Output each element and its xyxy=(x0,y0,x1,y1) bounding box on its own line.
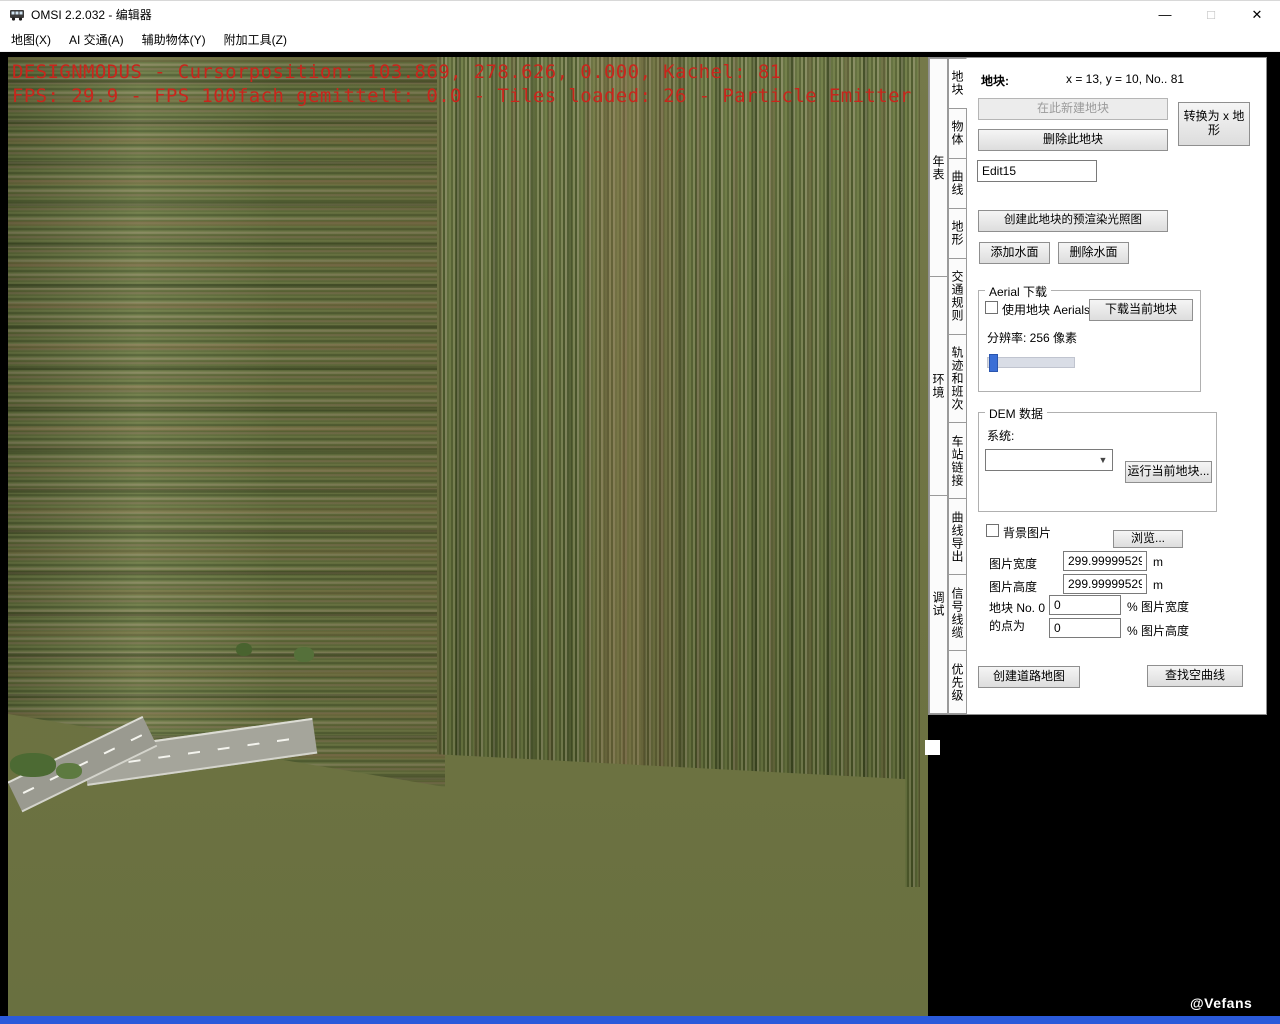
window-title: OMSI 2.2.032 - 编辑器 xyxy=(31,6,152,23)
use-tile-aerials-label: 使用地块 Aerials xyxy=(1002,301,1090,318)
run-current-tile-button[interactable]: 运行当前地块... xyxy=(1125,461,1212,483)
aerial-download-group: Aerial 下载 使用地块 Aerials 下载当前地块 分辨率: 256 像… xyxy=(978,290,1201,392)
percent-height-label: % 图片高度 xyxy=(1127,622,1189,639)
resolution-slider[interactable] xyxy=(987,357,1075,368)
tile-edit-field[interactable] xyxy=(977,160,1097,182)
browse-button[interactable]: 浏览... xyxy=(1113,530,1183,548)
tab-traffic-rules[interactable]: 交通规则 xyxy=(948,258,967,335)
image-height-input[interactable] xyxy=(1063,574,1147,594)
system-label: 系统: xyxy=(987,427,1014,444)
menu-ai-traffic[interactable]: AI 交通(A) xyxy=(60,28,133,52)
image-width-input[interactable] xyxy=(1063,551,1147,571)
chevron-down-icon: ▼ xyxy=(1094,450,1112,470)
editor-3d-viewport[interactable]: DESIGNMODUS - Cursorposition: 103.869, 2… xyxy=(8,57,928,1016)
tile-no-label: 地块 No. 0 xyxy=(989,599,1045,616)
delete-tile-button[interactable]: 删除此地块 xyxy=(978,129,1168,151)
background-image-checkbox[interactable] xyxy=(986,524,999,537)
menu-bar: 地图(X) AI 交通(A) 辅助物体(Y) 附加工具(Z) xyxy=(0,28,1280,52)
tab-tracks-trips[interactable]: 轨迹和班次 xyxy=(948,334,967,424)
taskbar-strip xyxy=(0,1016,1280,1024)
tree xyxy=(294,647,314,662)
debug-line-fps: FPS: 29.9 - FPS 100fach gemittelt: 0.0 -… xyxy=(12,84,912,108)
menu-addon-tools[interactable]: 附加工具(Z) xyxy=(215,28,296,52)
minimize-button[interactable]: — xyxy=(1142,1,1188,29)
tab-debug[interactable]: 调试 xyxy=(929,495,948,714)
title-bar[interactable]: OMSI 2.2.032 - 编辑器 — □ ✕ xyxy=(0,0,1280,28)
inner-tab-strip: 地块 物体 曲线 地形 交通规则 轨迹和班次 车站链接 曲线导出 信号线缆 优先… xyxy=(948,58,967,714)
add-water-button[interactable]: 添加水面 xyxy=(979,242,1050,264)
find-empty-spline-button[interactable]: 查找空曲线 xyxy=(1147,665,1243,687)
image-width-label: 图片宽度 xyxy=(989,555,1037,572)
tab-station-links[interactable]: 车站链接 xyxy=(948,422,967,499)
create-roadmap-button[interactable]: 创建道路地图 xyxy=(978,666,1080,688)
dem-data-group: DEM 数据 系统: ▼ 运行当前地块... xyxy=(978,412,1217,512)
origin-y-input[interactable] xyxy=(1049,618,1121,638)
use-tile-aerials-checkbox[interactable] xyxy=(985,301,998,314)
remove-water-button[interactable]: 删除水面 xyxy=(1058,242,1129,264)
background-image-label: 背景图片 xyxy=(1003,524,1051,541)
create-tile-here-button[interactable]: 在此新建地块 xyxy=(978,98,1168,120)
menu-helper-objects[interactable]: 辅助物体(Y) xyxy=(133,28,215,52)
download-current-tile-button[interactable]: 下载当前地块 xyxy=(1089,299,1193,321)
convert-terrain-button[interactable]: 转换为 x 地形 xyxy=(1178,102,1250,146)
tree xyxy=(236,643,252,656)
dem-system-value xyxy=(986,450,1094,470)
close-button[interactable]: ✕ xyxy=(1234,1,1280,29)
tile-coordinates: x = 13, y = 10, No.. 81 xyxy=(1066,72,1184,86)
debug-overlay: DESIGNMODUS - Cursorposition: 103.869, 2… xyxy=(12,60,912,108)
debug-line-cursorposition: DESIGNMODUS - Cursorposition: 103.869, 2… xyxy=(12,60,912,84)
image-height-unit: m xyxy=(1153,578,1163,592)
editor-tool-panel: 年表 环境 调试 地块 物体 曲线 地形 交通规则 轨迹和班次 车站链接 曲线导… xyxy=(928,57,1267,715)
tab-objects[interactable]: 物体 xyxy=(948,108,967,159)
tile-label: 地块: xyxy=(981,72,1009,89)
image-width-unit: m xyxy=(1153,555,1163,569)
dem-group-title: DEM 数据 xyxy=(985,405,1047,422)
menu-map[interactable]: 地图(X) xyxy=(2,28,60,52)
window-controls: — □ ✕ xyxy=(1142,1,1280,29)
terrain-wall-center xyxy=(437,57,920,887)
dem-system-dropdown[interactable]: ▼ xyxy=(985,449,1113,471)
tab-environment[interactable]: 环境 xyxy=(929,276,948,495)
tile-tab-content: 地块: x = 13, y = 10, No.. 81 在此新建地块 转换为 x… xyxy=(967,58,1266,714)
tab-splines[interactable]: 曲线 xyxy=(948,158,967,209)
tab-spline-export[interactable]: 曲线导出 xyxy=(948,498,967,575)
terrain-wall-left xyxy=(8,57,445,787)
resolution-label: 分辨率: 256 像素 xyxy=(987,329,1077,346)
maximize-button[interactable]: □ xyxy=(1188,1,1234,29)
percent-width-label: % 图片宽度 xyxy=(1127,598,1189,615)
point-label: 的点为 xyxy=(989,617,1025,634)
bush xyxy=(10,753,56,777)
bush xyxy=(56,763,82,779)
tab-chrono[interactable]: 年表 xyxy=(929,58,948,277)
prerender-lightmap-button[interactable]: 创建此地块的预渲染光照图 xyxy=(978,210,1168,232)
outer-tab-strip: 年表 环境 调试 xyxy=(929,58,948,714)
tab-tiles[interactable]: 地块 xyxy=(948,58,967,109)
image-height-label: 图片高度 xyxy=(989,578,1037,595)
tab-priority[interactable]: 优先级 xyxy=(948,650,967,714)
origin-x-input[interactable] xyxy=(1049,595,1121,615)
aerial-group-title: Aerial 下载 xyxy=(985,283,1051,300)
watermark: @Vefans xyxy=(1190,995,1252,1011)
tab-terrain[interactable]: 地形 xyxy=(948,208,967,259)
tab-signal-chains[interactable]: 信号线缆 xyxy=(948,574,967,651)
panel-fragment xyxy=(925,740,940,755)
resolution-slider-thumb[interactable] xyxy=(989,354,998,372)
app-bus-icon xyxy=(9,7,25,23)
desktop: { "window": { "title": "OMSI 2.2.032 - 编… xyxy=(0,0,1280,1024)
